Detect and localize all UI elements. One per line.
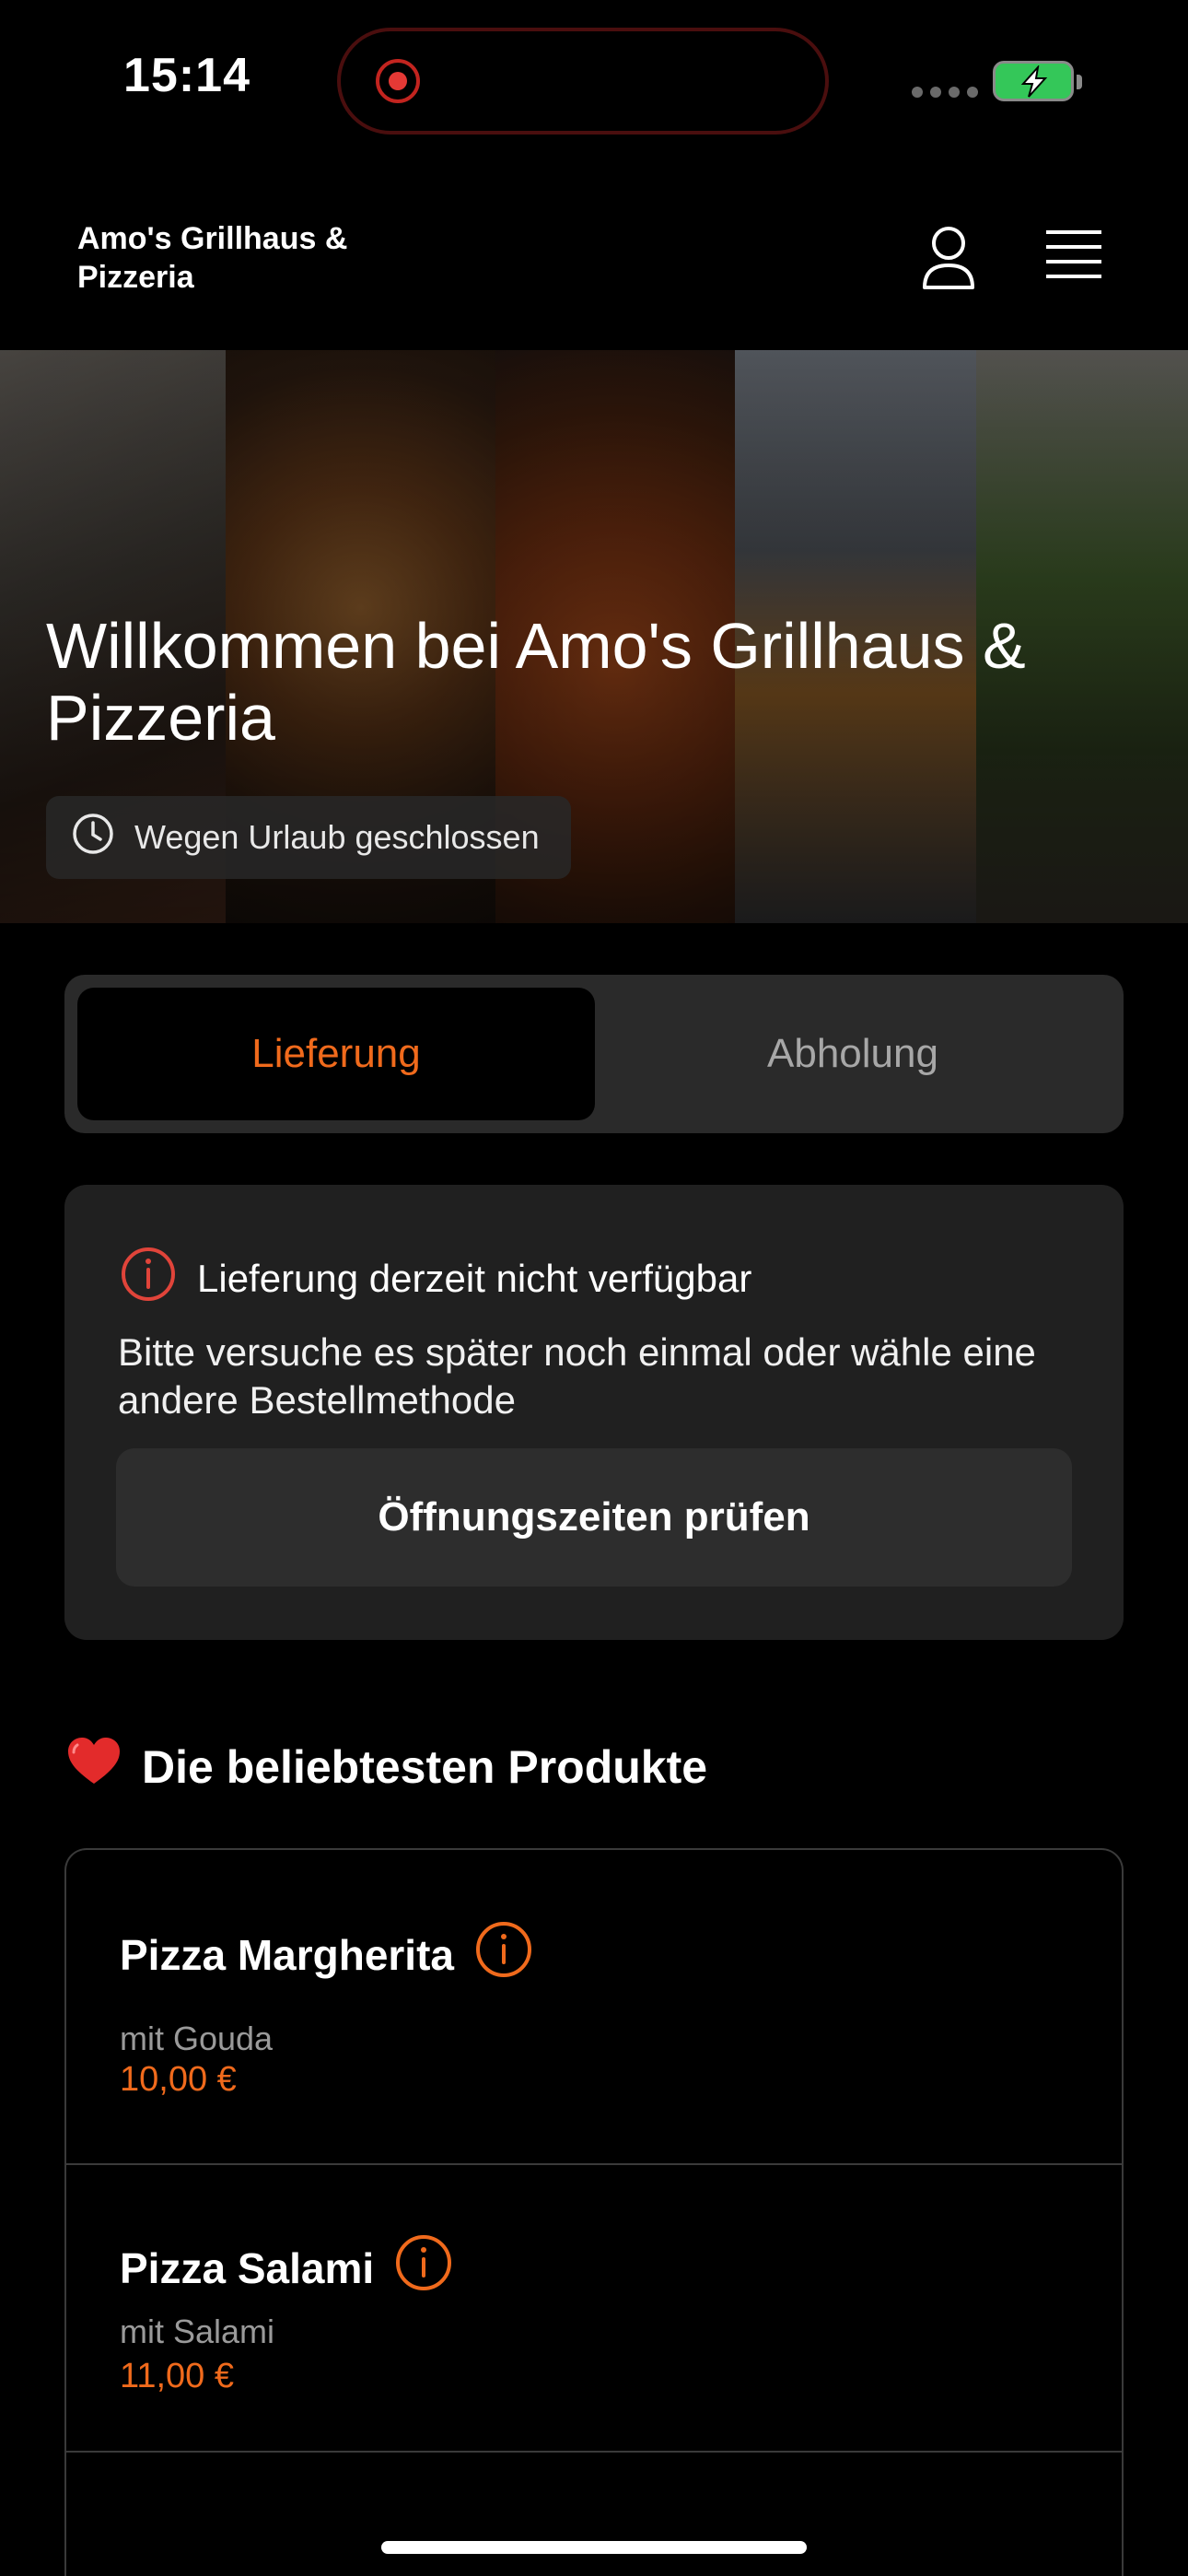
heart-icon [66, 1736, 122, 1798]
product-item[interactable] [66, 2453, 1122, 2576]
person-icon[interactable] [919, 225, 978, 296]
tab-pickup[interactable]: Abholung [595, 988, 1111, 1120]
product-name: Pizza Salami [120, 2243, 375, 2292]
product-name: Pizza Margherita [120, 1930, 454, 1979]
app-header: Amo's Grillhaus & Pizzeria [0, 166, 1188, 350]
recording-indicator-icon [376, 59, 420, 103]
notice-title-text: Lieferung derzeit nicht verfügbar [197, 1257, 752, 1300]
signal-icon [912, 87, 978, 98]
product-price: 11,00 € [120, 2357, 234, 2395]
clock-icon [72, 813, 114, 863]
product-item[interactable]: Pizza Margherita mit Gouda 10,00 € [66, 1850, 1122, 2165]
home-indicator[interactable] [381, 2541, 807, 2554]
product-description: mit Gouda [120, 2020, 274, 2057]
popular-heading-text: Die beliebtesten Produkte [142, 1741, 708, 1793]
info-icon[interactable] [394, 2233, 453, 2302]
product-item[interactable]: Pizza Salami mit Salami 11,00 € [66, 2165, 1122, 2453]
order-mode-selector: Lieferung Abholung [64, 975, 1124, 1133]
battery-charging-icon [993, 61, 1082, 101]
tab-delivery[interactable]: Lieferung [77, 988, 595, 1120]
opening-status-badge: Wegen Urlaub geschlossen [46, 796, 571, 879]
popular-products-list: Pizza Margherita mit Gouda 10,00 € Pizza… [64, 1848, 1124, 2576]
restaurant-name[interactable]: Amo's Grillhaus & Pizzeria [77, 219, 464, 297]
product-name-row: Pizza Salami [120, 2233, 453, 2302]
opening-status-text: Wegen Urlaub geschlossen [134, 818, 540, 856]
info-icon[interactable] [474, 1920, 533, 1989]
hero-banner: Willkommen bei Amo's Grillhaus & Pizzeri… [0, 350, 1188, 923]
product-name-row: Pizza Margherita [120, 1920, 533, 1989]
check-opening-hours-button[interactable]: Öffnungszeiten prüfen [116, 1448, 1072, 1587]
welcome-title: Willkommen bei Amo's Grillhaus & Pizzeri… [46, 610, 1026, 754]
notice-title: Lieferung derzeit nicht verfügbar [120, 1246, 751, 1312]
app-screen: 15:14 Amo's Grillhaus & Pizzeria Willkom… [0, 0, 1188, 2576]
hamburger-menu-icon[interactable] [1042, 225, 1105, 288]
delivery-unavailable-card: Lieferung derzeit nicht verfügbar Bitte … [64, 1185, 1124, 1640]
notice-text: Bitte versuche es später noch einmal ode… [118, 1330, 1036, 1422]
product-price: 10,00 € [120, 2060, 237, 2099]
alert-info-icon [120, 1246, 177, 1312]
status-time: 15:14 [123, 49, 250, 102]
dynamic-island [337, 28, 829, 135]
product-description: mit Salami [120, 2313, 275, 2350]
popular-products-heading: Die beliebtesten Produkte [66, 1736, 707, 1798]
status-bar: 15:14 [0, 0, 1188, 166]
